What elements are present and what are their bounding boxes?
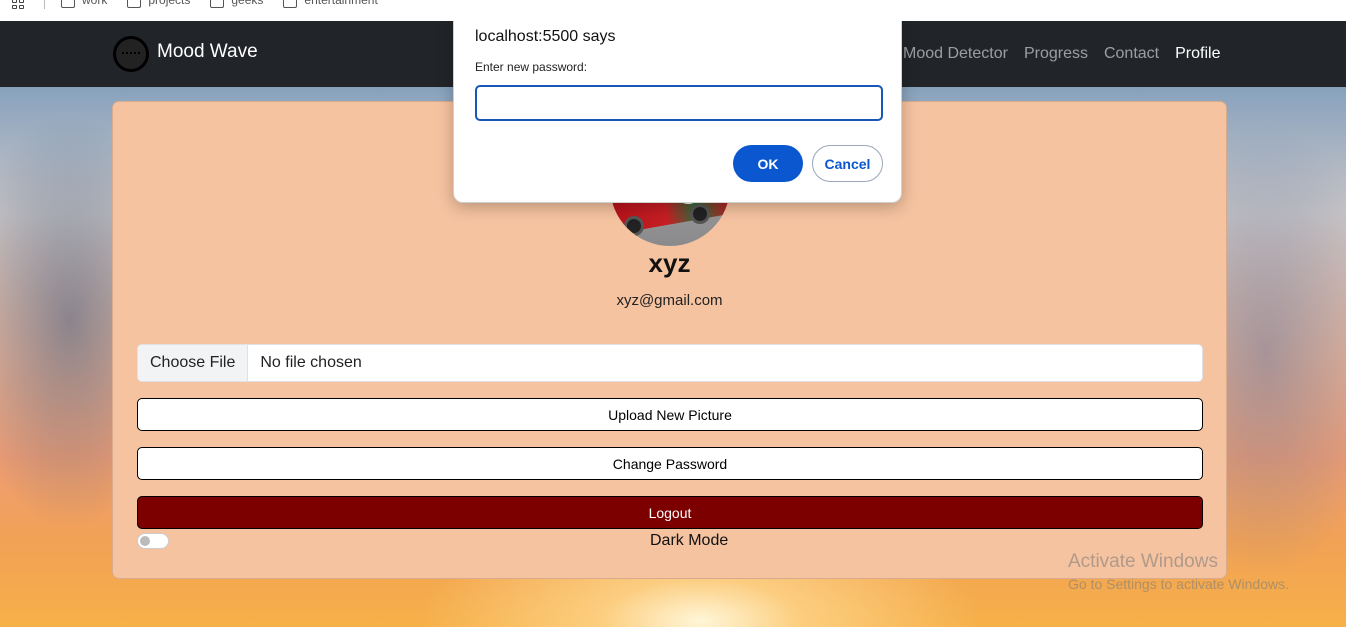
car-wheel xyxy=(624,216,644,236)
bookmarks-bar: work projects geeks entertainment xyxy=(0,0,1346,21)
file-status-text: No file chosen xyxy=(260,354,362,371)
dialog-title: localhost:5500 says xyxy=(475,28,616,45)
bookmark-label: projects xyxy=(148,0,191,7)
bookmarks-separator xyxy=(44,0,45,9)
ok-button[interactable]: OK xyxy=(733,145,803,182)
brand[interactable]: Mood Wave xyxy=(113,36,258,72)
watermark-title: Activate Windows xyxy=(1068,551,1218,572)
car-wheel xyxy=(690,204,710,224)
watermark-subtitle: Go to Settings to activate Windows. xyxy=(1068,576,1289,592)
windows-activation-watermark: Activate Windows Go to Settings to activ… xyxy=(1068,551,1289,592)
apps-grid-icon[interactable] xyxy=(12,0,26,9)
nav-link-contact[interactable]: Contact xyxy=(1104,45,1159,63)
page-background: Mood Wave Mood Detector Progress Contact… xyxy=(0,21,1346,627)
bookmark-projects[interactable]: projects xyxy=(127,0,190,8)
bookmark-label: geeks xyxy=(231,0,264,7)
dark-mode-toggle[interactable] xyxy=(137,533,169,549)
change-password-button[interactable]: Change Password xyxy=(137,447,1203,480)
bookmark-entertainment[interactable]: entertainment xyxy=(283,0,378,8)
cancel-button[interactable]: Cancel xyxy=(812,145,883,182)
profile-username: xyz xyxy=(648,248,691,278)
bookmark-label: work xyxy=(82,0,108,7)
password-prompt-dialog: localhost:5500 says Enter new password: … xyxy=(453,21,902,203)
profile-picture-file-input[interactable]: Choose File No file chosen xyxy=(137,344,1203,382)
profile-email: xyz@gmail.com xyxy=(616,292,723,309)
nav-link-profile[interactable]: Profile xyxy=(1175,45,1220,63)
dialog-message: Enter new password: xyxy=(475,60,588,74)
upload-picture-button[interactable]: Upload New Picture xyxy=(137,398,1203,431)
folder-icon xyxy=(283,0,298,8)
nav-link-progress[interactable]: Progress xyxy=(1024,45,1088,63)
bookmark-work[interactable]: work xyxy=(61,0,107,8)
brand-logo-icon xyxy=(113,36,149,72)
nav-link-mood-detector[interactable]: Mood Detector xyxy=(903,45,1008,63)
nav-links: Mood Detector Progress Contact Profile xyxy=(903,45,1220,63)
dark-mode-label: Dark Mode xyxy=(650,532,729,549)
brand-name: Mood Wave xyxy=(157,41,258,62)
new-password-input[interactable] xyxy=(475,85,883,121)
folder-icon xyxy=(210,0,225,8)
folder-icon xyxy=(61,0,75,8)
folder-icon xyxy=(127,0,142,8)
logout-button[interactable]: Logout xyxy=(137,496,1203,529)
bookmark-label: entertainment xyxy=(304,0,378,7)
bookmark-geeks[interactable]: geeks xyxy=(210,0,263,8)
choose-file-button[interactable]: Choose File xyxy=(138,345,249,381)
